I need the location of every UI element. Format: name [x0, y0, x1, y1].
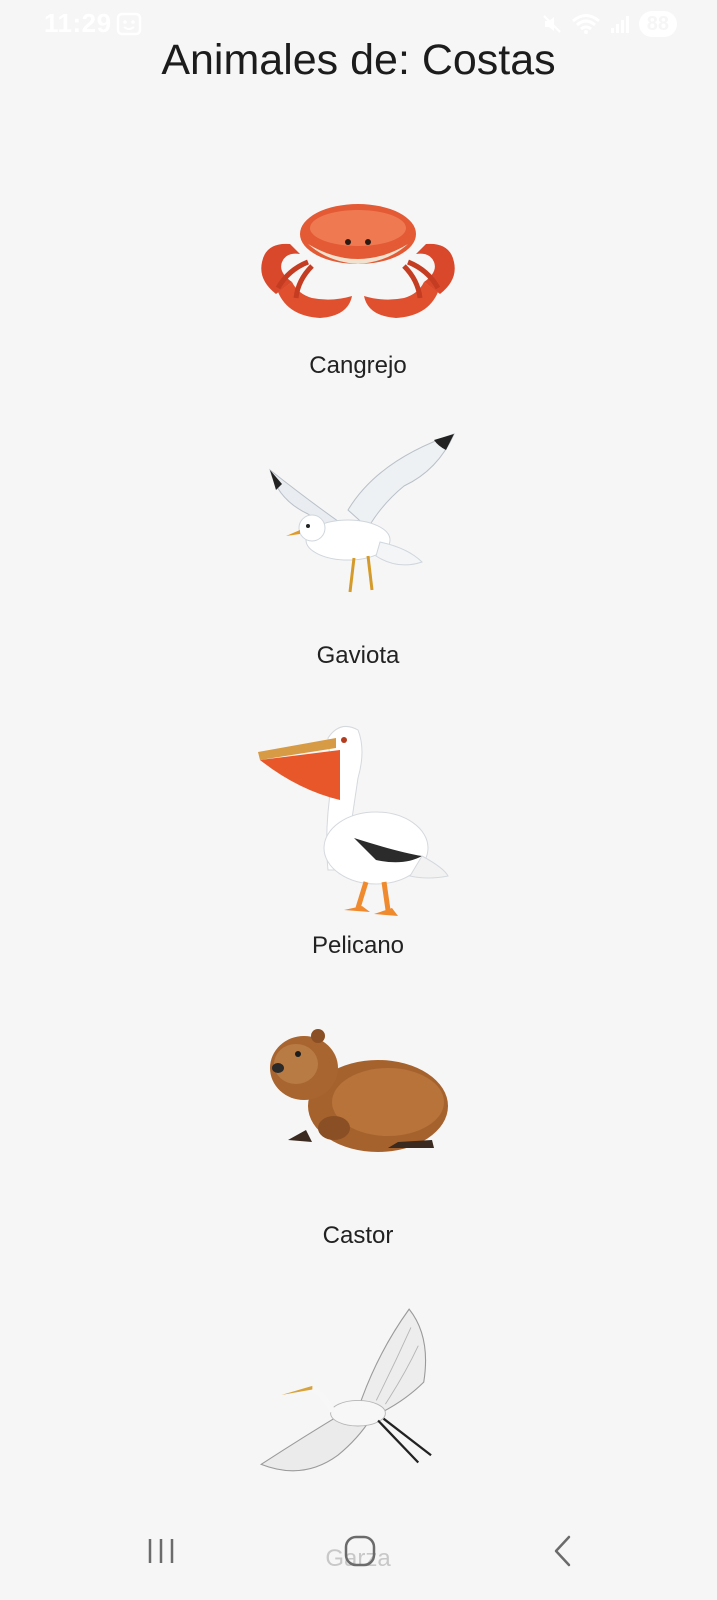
recent-apps-icon — [145, 1536, 177, 1571]
recent-apps-button[interactable] — [131, 1528, 191, 1578]
animal-card-castor[interactable]: Castor — [208, 1010, 508, 1290]
back-icon — [551, 1534, 575, 1573]
animal-name: Castor — [322, 1222, 394, 1249]
animal-card-gaviota[interactable]: Gaviota — [208, 430, 508, 710]
animal-name: Pelicano — [311, 932, 405, 959]
animal-list: Cangrejo Gaviota Pelicano Castor — [0, 0, 717, 1600]
pelican-image — [208, 720, 508, 950]
animal-card-pelicano[interactable]: Pelicano — [208, 720, 508, 1000]
home-icon — [343, 1534, 377, 1573]
beaver-image — [208, 1010, 508, 1240]
animal-card-cangrejo[interactable]: Cangrejo — [208, 170, 508, 450]
navigation-bar — [0, 1510, 717, 1600]
back-button[interactable] — [533, 1528, 593, 1578]
heron-image — [208, 1300, 508, 1510]
animal-name: Gaviota — [316, 642, 400, 669]
home-button[interactable] — [330, 1528, 390, 1578]
seagull-image — [208, 430, 508, 660]
animal-card-garza[interactable] — [208, 1300, 508, 1510]
animal-name: Cangrejo — [309, 352, 407, 379]
